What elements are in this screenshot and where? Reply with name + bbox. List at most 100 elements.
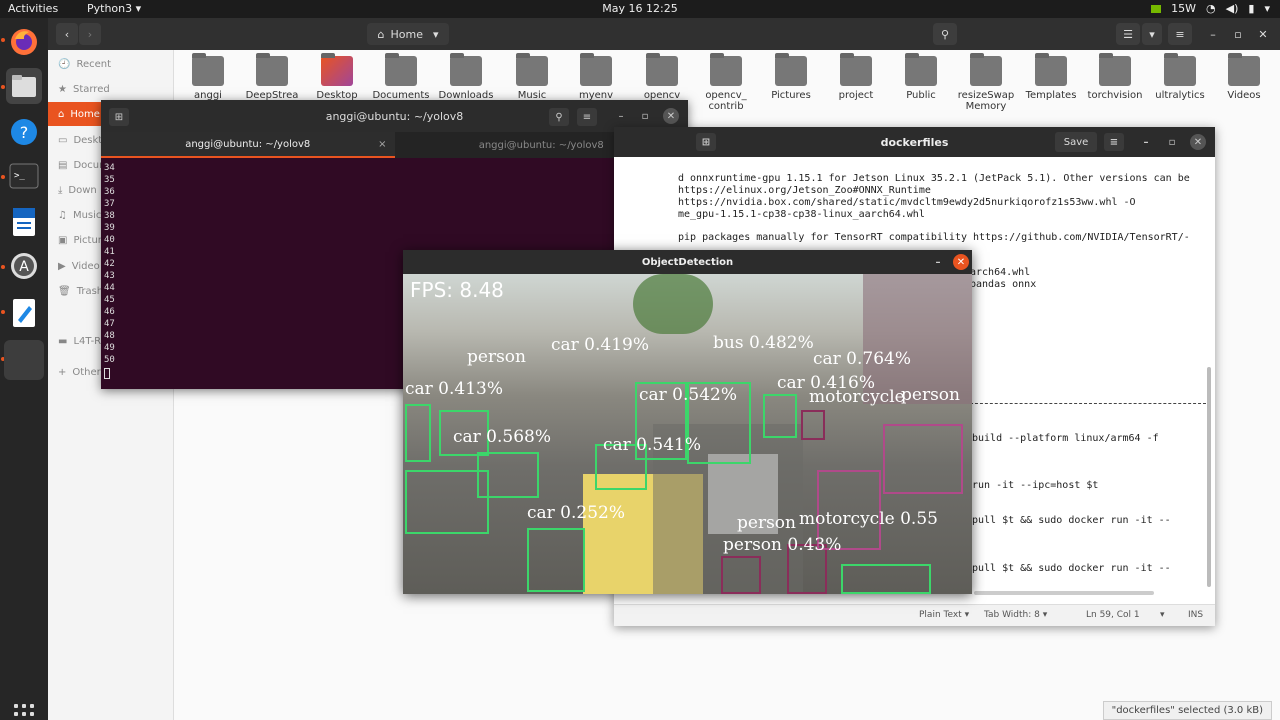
folder-item[interactable]: Public	[889, 52, 953, 101]
folder-item[interactable]: Templates	[1019, 52, 1083, 101]
detection-box	[801, 410, 825, 440]
firefox-icon[interactable]	[6, 24, 42, 60]
show-apps-button[interactable]	[14, 704, 34, 720]
minimize-button[interactable]: –	[613, 108, 629, 124]
location-label: Home	[390, 27, 423, 41]
close-button[interactable]: ✕	[953, 254, 969, 270]
minimize-button[interactable]: –	[1203, 23, 1223, 45]
folder-icon	[840, 53, 872, 86]
folder-label: Videos	[1227, 90, 1261, 101]
desktop-icon: ▭	[58, 134, 68, 146]
close-button[interactable]: ✕	[1190, 134, 1206, 150]
folder-item[interactable]: Music	[500, 52, 564, 101]
detection-box	[841, 564, 931, 594]
templates-folder-icon	[1035, 53, 1067, 86]
fps-counter: FPS: 8.48	[410, 278, 504, 302]
maximize-button[interactable]: ▫	[1164, 134, 1180, 150]
close-icon[interactable]: ×	[378, 139, 386, 150]
public-folder-icon	[905, 53, 937, 86]
folder-item[interactable]: Videos	[1212, 52, 1276, 101]
top-bar: Activities Python3 ▾ May 16 12:25 15W ◔ …	[0, 0, 1280, 18]
terminal-output[interactable]: 34 35 36 37 38 39 40 41 42 43 44 45 46 4…	[104, 162, 115, 379]
folder-label: Templates	[1025, 90, 1077, 101]
maximize-button[interactable]: ▫	[1228, 23, 1248, 45]
line-number: 41	[104, 247, 115, 257]
home-icon: ⌂	[58, 108, 65, 120]
tab-width-selector[interactable]: Tab Width: 8 ▾	[984, 610, 1047, 620]
line-number: 38	[104, 211, 115, 221]
folder-icon	[580, 53, 612, 86]
view-options-button[interactable]: ▾	[1142, 23, 1162, 45]
folder-item[interactable]: Desktop	[305, 52, 369, 101]
line-number: 34	[104, 163, 115, 173]
star-icon: ★	[58, 83, 67, 95]
search-button[interactable]: ⚲	[933, 23, 957, 45]
folder-item[interactable]: anggi	[176, 52, 240, 101]
text-editor-icon[interactable]	[6, 295, 42, 331]
sidebar-item-label: Pictur	[73, 234, 102, 246]
folder-item[interactable]: torchvision	[1083, 52, 1147, 101]
back-button[interactable]: ‹	[56, 23, 78, 45]
folder-icon	[1164, 53, 1196, 86]
menu-button[interactable]: ≡	[1168, 23, 1192, 45]
terminal-tab[interactable]: anggi@ubuntu: ~/yolov8 ×	[101, 132, 395, 158]
menu-button[interactable]: ≡	[1104, 133, 1124, 151]
folder-item[interactable]: Documents	[369, 52, 433, 101]
folder-item[interactable]: Downloads	[434, 52, 498, 101]
software-icon[interactable]: A	[6, 248, 42, 284]
folder-item[interactable]: myenv	[564, 52, 628, 101]
app-menu[interactable]: Python3 ▾	[87, 2, 141, 15]
files-icon[interactable]	[6, 68, 42, 104]
line-number: 40	[104, 235, 115, 245]
forward-button[interactable]: ›	[79, 23, 101, 45]
writer-icon[interactable]	[6, 204, 42, 240]
object-detection-window[interactable]: ObjectDetection – ✕ FPS: 8.48 car 0.419%…	[403, 250, 972, 594]
sidebar-item-starred[interactable]: ★ Starred	[54, 77, 172, 101]
folder-item[interactable]: resizeSwap Memory	[954, 52, 1018, 112]
sidebar-item-recent[interactable]: 🕘 Recent	[54, 52, 172, 76]
detection-video-frame: FPS: 8.48 car 0.419% bus 0.482% person c…	[403, 274, 972, 594]
files-headerbar: ‹ › ⌂ Home ▾ ⚲ ☰ ▾ ≡ – ▫ ✕	[48, 18, 1280, 50]
detection-label: bus 0.482%	[713, 333, 814, 353]
folder-item[interactable]: Pictures	[759, 52, 823, 101]
sidebar-item-label: Recent	[76, 58, 112, 70]
insert-mode[interactable]: INS	[1188, 610, 1203, 620]
drive-icon: ▬	[58, 335, 68, 347]
minimize-button[interactable]: –	[930, 254, 946, 270]
folder-item[interactable]: project	[824, 52, 888, 101]
search-icon[interactable]: ⚲	[549, 108, 569, 126]
view-list-button[interactable]: ☰	[1116, 23, 1140, 45]
close-button[interactable]: ✕	[1253, 23, 1273, 45]
activities-button[interactable]: Activities	[8, 2, 58, 15]
new-tab-icon[interactable]: ⊞	[109, 108, 129, 126]
blank-app-icon[interactable]	[4, 340, 44, 380]
home-icon: ⌂	[377, 27, 385, 41]
wifi-icon: ◔	[1206, 2, 1216, 15]
folder-item[interactable]: ultralytics	[1148, 52, 1212, 101]
power-mode[interactable]: 15W	[1171, 2, 1196, 15]
location-bar[interactable]: ⌂ Home ▾	[367, 23, 449, 45]
detection-box	[527, 528, 585, 592]
syntax-selector[interactable]: Plain Text ▾	[919, 610, 969, 620]
save-button[interactable]: Save	[1055, 132, 1097, 152]
folder-item[interactable]: DeepStrea	[240, 52, 304, 101]
plus-icon: +	[58, 366, 67, 378]
open-document-icon[interactable]: ⊞	[696, 133, 716, 151]
help-icon[interactable]: ?	[6, 114, 42, 150]
editor-statusbar: Plain Text ▾ Tab Width: 8 ▾ Ln 59, Col 1…	[614, 604, 1215, 626]
maximize-button[interactable]: ▫	[637, 108, 653, 124]
clock[interactable]: May 16 12:25	[0, 2, 1280, 15]
vertical-scrollbar[interactable]	[1207, 367, 1211, 587]
minimize-button[interactable]: –	[1138, 134, 1154, 150]
detection-box	[883, 424, 963, 494]
detection-label: motorcycle	[809, 387, 905, 407]
folder-item[interactable]: opencv_ contrib	[694, 52, 758, 112]
terminal-icon[interactable]: >_	[6, 158, 42, 194]
system-tray[interactable]: 15W ◔ ◀) ▮ ▾	[1151, 2, 1270, 15]
horizontal-scrollbar[interactable]	[974, 591, 1154, 595]
cursor-position[interactable]: Ln 59, Col 1	[1086, 610, 1140, 620]
folder-item[interactable]: opencv	[630, 52, 694, 101]
close-button[interactable]: ✕	[663, 108, 679, 124]
menu-button[interactable]: ≡	[577, 108, 597, 126]
selection-status: "dockerfiles" selected (3.0 kB)	[1102, 701, 1272, 720]
